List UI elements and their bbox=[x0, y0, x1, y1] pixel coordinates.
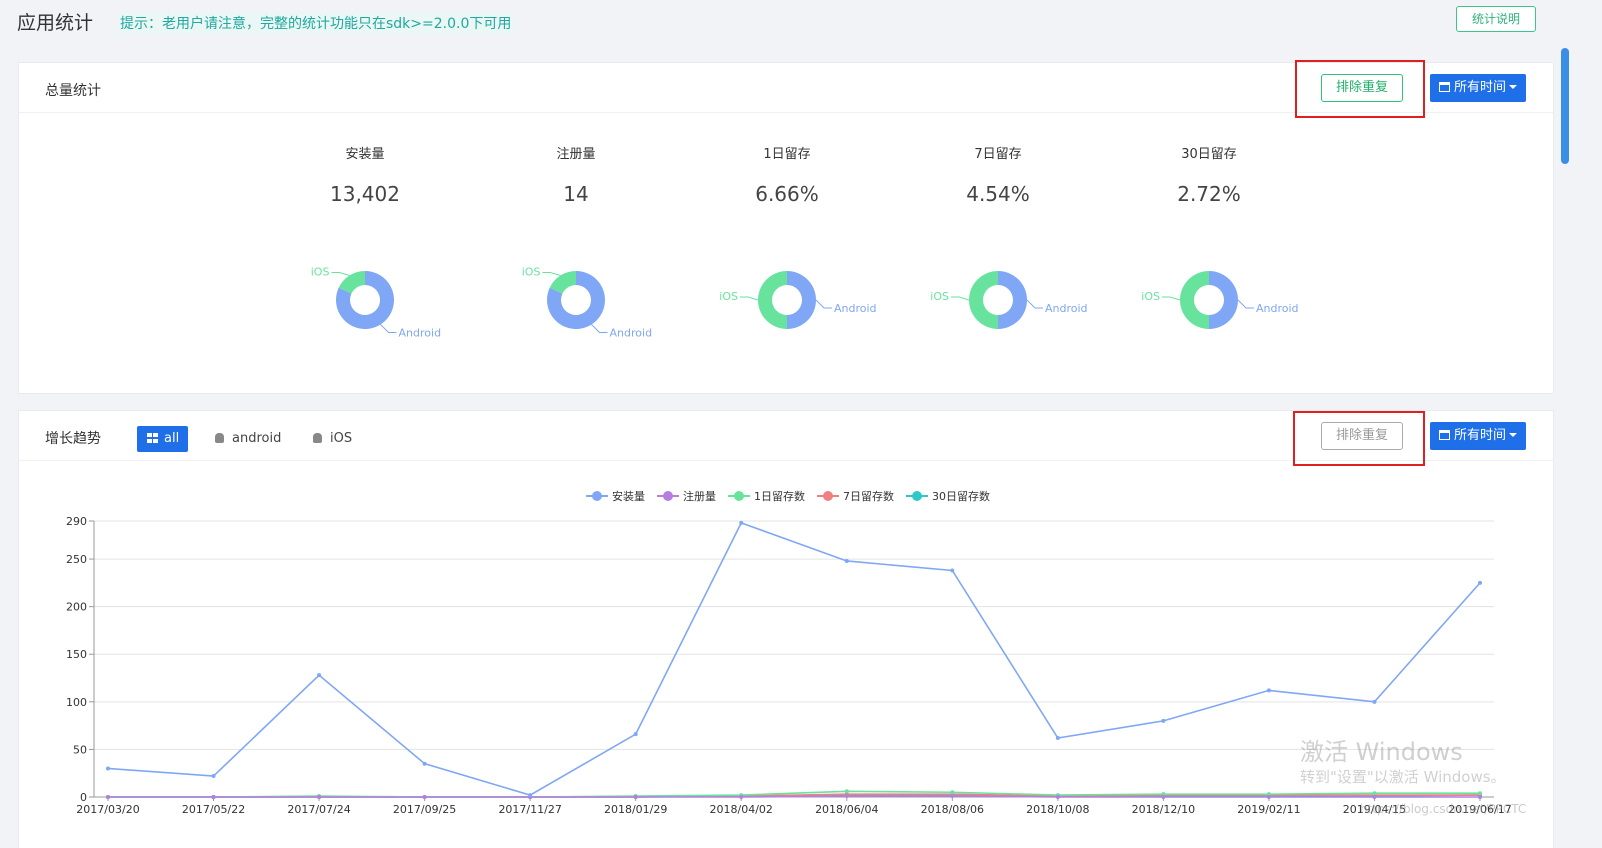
windows-watermark-sub: 转到"设置"以激活 Windows。 bbox=[1300, 768, 1506, 786]
caret-down-icon bbox=[1509, 85, 1517, 89]
donut-chart: iOS Android bbox=[522, 266, 653, 340]
stats-explain-button[interactable]: 统计说明 bbox=[1456, 6, 1536, 32]
legend-item[interactable]: 1日留存数 bbox=[728, 488, 805, 504]
donut-leader-ios bbox=[331, 272, 350, 276]
donut-chart: iOS Android bbox=[930, 271, 1088, 329]
time-range-button-trend[interactable]: 所有时间 bbox=[1430, 422, 1526, 450]
donut-chart: iOS Android bbox=[1141, 271, 1299, 329]
stat-label: 7日留存 bbox=[974, 147, 1022, 162]
dedup-button[interactable]: 排除重复 bbox=[1321, 74, 1403, 102]
time-range-label: 所有时间 bbox=[1453, 428, 1506, 443]
apple-icon bbox=[313, 433, 322, 443]
donut-slice-ios bbox=[968, 271, 998, 329]
donut-label-android: Android bbox=[1045, 302, 1088, 315]
donut-slice-ios bbox=[1179, 271, 1209, 329]
stat-value: 13,402 bbox=[330, 182, 400, 206]
donut-chart: iOS Android bbox=[719, 271, 877, 329]
stat-item: 30日留存 2.72% bbox=[1109, 143, 1309, 206]
donut-label-ios: iOS bbox=[311, 266, 330, 279]
time-range-button[interactable]: 所有时间 bbox=[1430, 74, 1526, 102]
blog-watermark: https://blog.csdn.net/PPCTC bbox=[1360, 802, 1527, 816]
tab-android[interactable]: android bbox=[215, 426, 281, 452]
page-title: 应用统计 bbox=[17, 12, 94, 34]
legend-marker-icon bbox=[817, 491, 839, 501]
donut-leader-android bbox=[1026, 299, 1043, 309]
legend-item[interactable]: 注册量 bbox=[657, 488, 716, 504]
windows-watermark: 激活 Windows bbox=[1300, 738, 1463, 766]
stat-item: 安装量 13,402 bbox=[265, 143, 465, 206]
donut-slice-android bbox=[1209, 271, 1238, 329]
donut-leader-ios bbox=[951, 296, 970, 301]
tab-ios[interactable]: iOS bbox=[313, 426, 352, 452]
stat-value: 2.72% bbox=[1177, 182, 1241, 206]
android-icon bbox=[215, 433, 224, 443]
donut-chart: iOS Android bbox=[311, 266, 442, 340]
donut-label-ios: iOS bbox=[1141, 290, 1160, 303]
legend-label: 7日留存数 bbox=[843, 490, 894, 503]
donut-leader-android bbox=[380, 324, 397, 333]
stat-item: 1日留存 6.66% bbox=[687, 143, 887, 206]
legend-label: 安装量 bbox=[612, 490, 645, 503]
stat-item: 注册量 14 bbox=[476, 143, 676, 206]
trend-panel-title: 增长趋势 bbox=[45, 431, 101, 447]
stat-label: 1日留存 bbox=[763, 147, 811, 162]
stat-label: 30日留存 bbox=[1181, 147, 1237, 162]
donut-label-android: Android bbox=[834, 302, 877, 315]
legend-label: 注册量 bbox=[683, 490, 716, 503]
stat-item: 7日留存 4.54% bbox=[898, 143, 1098, 206]
tab-ios-label: iOS bbox=[330, 431, 353, 446]
donut-leader-ios bbox=[542, 272, 561, 276]
donut-leader-android bbox=[815, 299, 832, 309]
legend-marker-icon bbox=[906, 491, 928, 501]
scrollbar[interactable] bbox=[1561, 48, 1569, 164]
donut-label-ios: iOS bbox=[930, 290, 949, 303]
trend-panel-header: 增长趋势 all android iOS 排除重复 所有时间 bbox=[19, 411, 1553, 466]
stat-value: 6.66% bbox=[755, 182, 819, 206]
total-panel-header: 总量统计 排除重复 所有时间 bbox=[19, 60, 1553, 118]
donut-label-android: Android bbox=[399, 326, 442, 339]
donut-slice-android bbox=[787, 271, 816, 329]
donut-leader-ios bbox=[1162, 296, 1181, 301]
legend-marker-icon bbox=[728, 491, 750, 501]
donut-label-android: Android bbox=[610, 326, 653, 339]
stat-value: 4.54% bbox=[966, 182, 1030, 206]
legend-marker-icon bbox=[657, 491, 679, 501]
calendar-icon bbox=[1438, 430, 1450, 440]
donut-label-ios: iOS bbox=[522, 266, 541, 279]
donut-leader-android bbox=[1237, 299, 1254, 309]
legend-item[interactable]: 安装量 bbox=[586, 488, 645, 504]
top-bar: 应用统计 提示：老用户请注意，完整的统计功能只在sdk>=2.0.0下可用 统计… bbox=[0, 0, 1602, 46]
dedup-button-trend[interactable]: 排除重复 bbox=[1321, 422, 1403, 450]
sdk-tip: 提示：老用户请注意，完整的统计功能只在sdk>=2.0.0下可用 bbox=[118, 12, 514, 34]
time-range-label: 所有时间 bbox=[1453, 80, 1506, 95]
stat-label: 注册量 bbox=[556, 147, 596, 162]
stat-label: 安装量 bbox=[345, 147, 385, 162]
tab-all[interactable]: all bbox=[137, 426, 189, 452]
total-stats-panel: 总量统计 排除重复 所有时间 安装量 13,402 iOS Android 注册量 14 i… bbox=[18, 60, 1554, 394]
legend-item[interactable]: 7日留存数 bbox=[817, 488, 894, 504]
donut-leader-ios bbox=[740, 296, 759, 301]
donut-slice-android bbox=[998, 271, 1027, 329]
grid-icon bbox=[147, 433, 158, 443]
donut-leader-android bbox=[591, 324, 608, 333]
stat-value: 14 bbox=[563, 182, 589, 206]
calendar-icon bbox=[1438, 82, 1450, 92]
donut-label-ios: iOS bbox=[719, 290, 738, 303]
legend-marker-icon bbox=[586, 491, 608, 501]
chart-legend[interactable]: 安装量 注册量 1日留存数 7日留存数 30日留存数 bbox=[586, 488, 1002, 504]
tab-android-label: android bbox=[232, 431, 282, 446]
caret-down-icon bbox=[1509, 433, 1517, 437]
legend-item[interactable]: 30日留存数 bbox=[906, 488, 990, 504]
donut-label-android: Android bbox=[1256, 302, 1299, 315]
total-panel-title: 总量统计 bbox=[45, 83, 101, 99]
donut-slice-ios bbox=[757, 271, 787, 329]
tab-all-label: all bbox=[164, 431, 180, 446]
legend-label: 1日留存数 bbox=[754, 490, 805, 503]
legend-label: 30日留存数 bbox=[932, 490, 990, 503]
